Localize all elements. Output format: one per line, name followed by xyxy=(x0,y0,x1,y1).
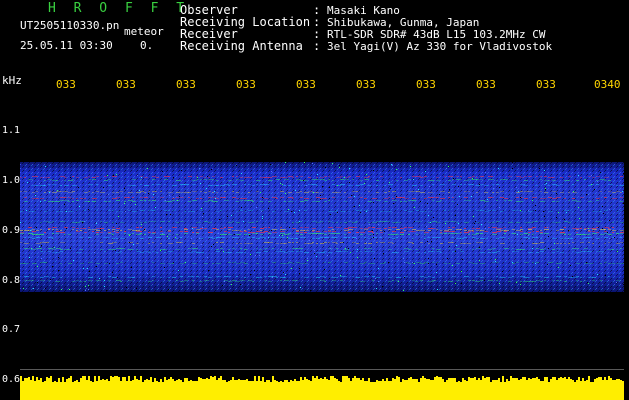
spectrogram-canvas xyxy=(20,162,624,400)
time-label: 033 xyxy=(236,78,256,91)
spectrogram-plot xyxy=(20,100,624,400)
time-label: 033 xyxy=(416,78,436,91)
frequency-unit-label: kHz xyxy=(2,74,22,87)
freq-label: 1.1 xyxy=(2,125,21,136)
info-value-receiver: RTL-SDR SDR# 43dB L15 103.2MHz CW xyxy=(327,28,546,41)
freq-label: 0.8 xyxy=(2,275,21,286)
info-separator: : xyxy=(313,39,321,53)
freq-label: 0.6 xyxy=(2,374,21,385)
info-label-antenna: Receiving Antenna xyxy=(180,39,303,53)
info-value-location: Shibukawa, Gunma, Japan xyxy=(327,16,480,29)
baseline-divider xyxy=(20,369,624,370)
detection-kind-label: meteor xyxy=(124,25,164,38)
time-label: 033 xyxy=(56,78,76,91)
freq-label: 0.9 xyxy=(2,225,21,236)
time-label: 033 xyxy=(356,78,376,91)
date-time: 25.05.11 03:30 xyxy=(20,39,113,52)
app-title: H R O F F T xyxy=(48,1,190,16)
time-label: 033 xyxy=(296,78,316,91)
freq-label: 1.0 xyxy=(2,175,21,186)
freq-label: 0.7 xyxy=(2,324,21,335)
time-label: 033 xyxy=(476,78,496,91)
time-label: 033 xyxy=(116,78,136,91)
info-value-observer: Masaki Kano xyxy=(327,4,400,17)
time-label: 033 xyxy=(176,78,196,91)
signal-level-bar xyxy=(20,376,624,400)
file-name: UT2505110330.pn xyxy=(20,19,120,32)
time-label: 033 xyxy=(536,78,556,91)
time-label: 0340 xyxy=(594,78,621,91)
info-value-antenna: 3el Yagi(V) Az 330 for Vladivostok xyxy=(327,40,553,53)
header-extra-value: 0. xyxy=(140,39,154,52)
